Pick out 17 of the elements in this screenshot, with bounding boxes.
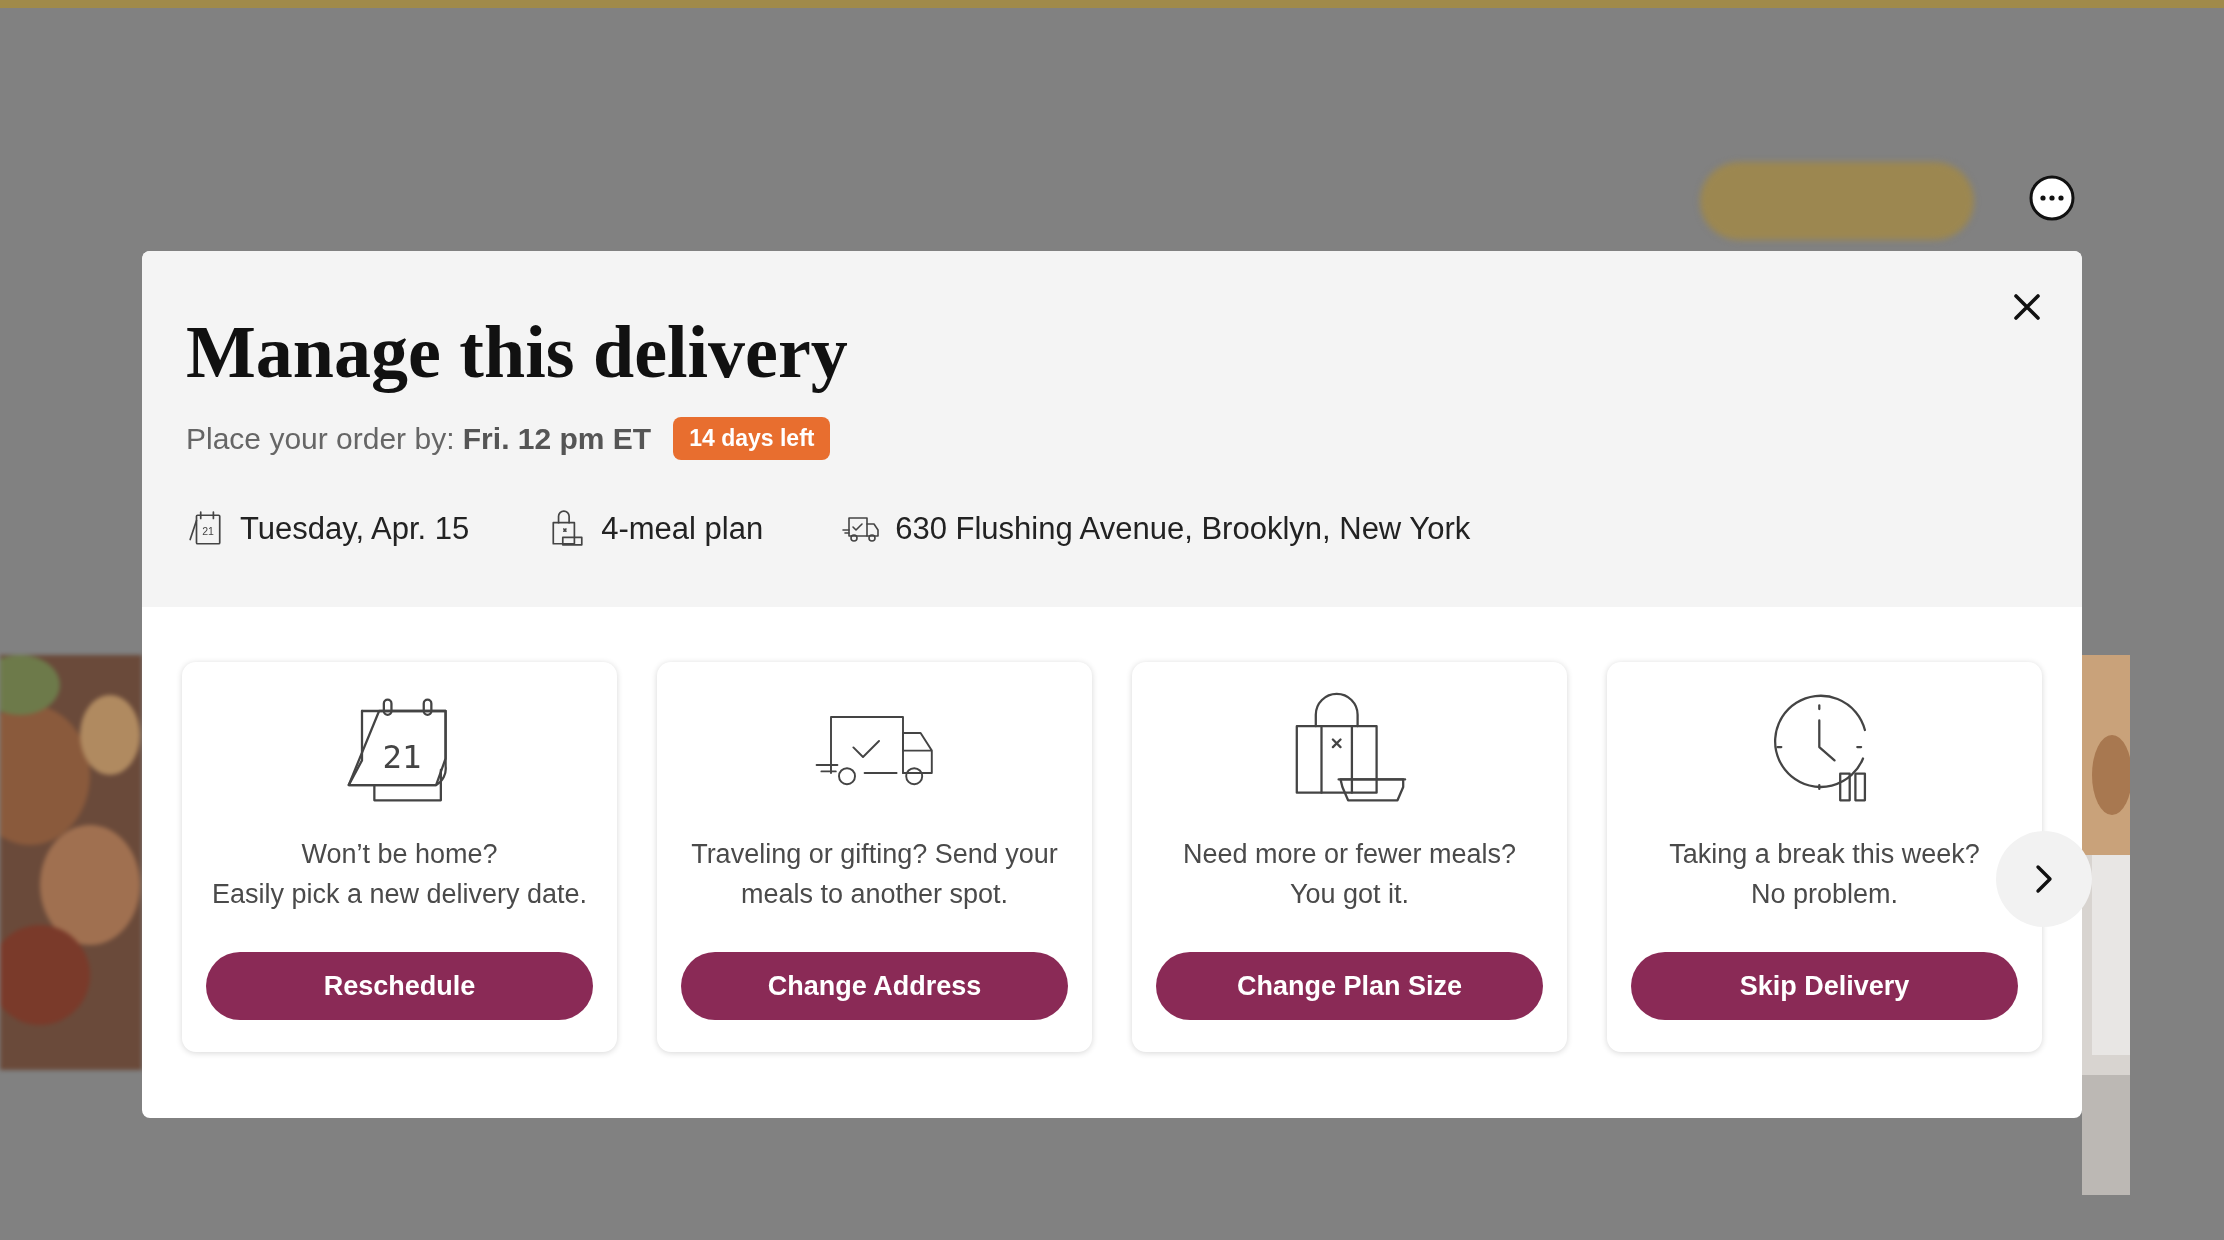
close-icon[interactable] (2014, 294, 2040, 320)
card-description: Traveling or gifting? Send your meals to another spot. (691, 838, 1058, 911)
action-button[interactable]: Reschedule (206, 952, 593, 1020)
chevron-right-icon (2034, 864, 2054, 894)
detail-text: Tuesday, Apr. 15 (240, 511, 470, 547)
modal-title: Manage this delivery (186, 310, 848, 395)
detail-text: 630 Flushing Avenue, Brooklyn, New York (895, 511, 1471, 547)
action-button[interactable]: Skip Delivery (1631, 952, 2018, 1020)
more-icon[interactable] (2028, 174, 2076, 222)
card-description: Won’t be home? Easily pick a new delivery date. (211, 838, 588, 911)
detail-text: 4-meal plan (601, 511, 764, 547)
deadline-text: Place your order by: Fri. 12 pm ET (186, 421, 652, 456)
days-left-badge: 14 days left (673, 417, 831, 460)
action-button[interactable]: Change Address (681, 952, 1068, 1020)
action-button[interactable]: Change Plan Size (1156, 952, 1543, 1020)
card-description: Need more or fewer meals? You got it. (1182, 838, 1517, 911)
card-description: Taking a break this week? No problem. (1669, 838, 1980, 911)
